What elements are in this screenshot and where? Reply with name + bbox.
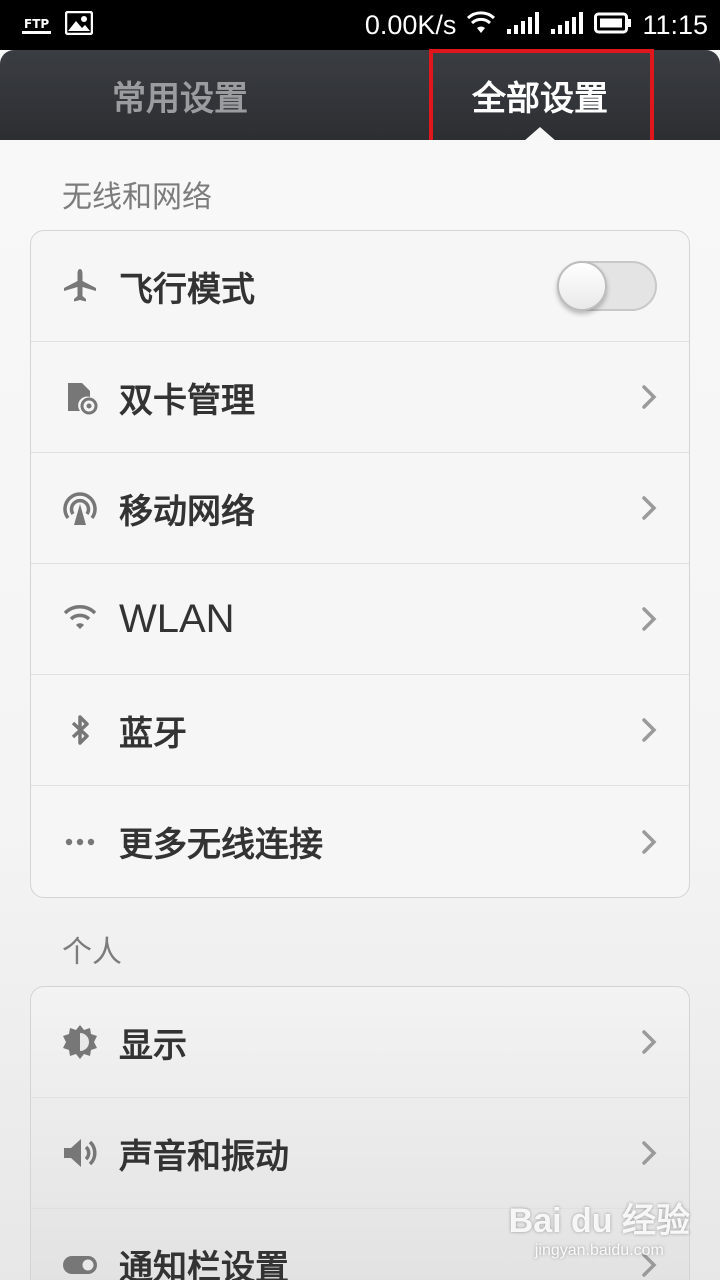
settings-list[interactable]: 无线和网络 飞行模式 双卡管理 移动网络 WLAN 蓝牙 更多无线连接 个人 显… xyxy=(0,140,720,1280)
clock: 11:15 xyxy=(642,9,708,40)
settings-item-mobile-network[interactable]: 移动网络 xyxy=(31,453,689,564)
settings-item-label: 蓝牙 xyxy=(119,713,187,754)
tab-common-settings[interactable]: 常用设置 xyxy=(0,50,360,140)
sound-icon xyxy=(31,1098,119,1209)
network-speed: 0.00K/s xyxy=(364,9,457,40)
status-bar-right: 0.00K/s 11:15 xyxy=(365,10,708,41)
watermark-url: jingyan.baidu.com xyxy=(534,1242,664,1259)
card-wireless: 飞行模式 双卡管理 移动网络 WLAN 蓝牙 更多无线连接 xyxy=(30,230,690,898)
bluetooth-icon xyxy=(31,675,119,786)
settings-item-wlan[interactable]: WLAN xyxy=(31,564,689,675)
chevron-right-icon xyxy=(642,1141,657,1165)
settings-item-bluetooth[interactable]: 蓝牙 xyxy=(31,675,689,786)
settings-item-label: 显示 xyxy=(119,1025,187,1066)
settings-item-label: 移动网络 xyxy=(119,491,255,532)
tab-label: 全部设置 xyxy=(472,78,608,119)
settings-item-label: 更多无线连接 xyxy=(119,825,323,865)
settings-item-label: 通知栏设置 xyxy=(119,1248,289,1280)
chevron-right-icon xyxy=(642,607,657,631)
settings-item-more-wireless[interactable]: 更多无线连接 xyxy=(31,786,689,897)
chevron-right-icon xyxy=(642,1030,657,1054)
settings-item-airplane-mode[interactable]: 飞行模式 xyxy=(31,231,689,342)
settings-item-label: 声音和振动 xyxy=(119,1136,289,1177)
airplane-icon xyxy=(31,231,119,342)
ftp-icon: FTP xyxy=(22,17,52,34)
image-icon xyxy=(64,10,94,39)
tab-bar: 常用设置 全部设置 xyxy=(0,50,720,141)
settings-item-label: WLAN xyxy=(119,596,235,641)
chevron-right-icon xyxy=(642,829,657,854)
tab-label: 常用设置 xyxy=(112,78,248,119)
brightness-icon xyxy=(31,987,119,1098)
wifi-icon xyxy=(466,11,496,39)
settings-item-display[interactable]: 显示 xyxy=(31,987,689,1098)
chevron-right-icon xyxy=(642,385,657,409)
more-icon xyxy=(31,786,119,897)
baidu-jingyan-watermark: Bai du 经验 jingyan.baidu.com xyxy=(509,1193,690,1260)
settings-item-dual-sim[interactable]: 双卡管理 xyxy=(31,342,689,453)
chevron-right-icon xyxy=(642,496,657,520)
status-bar: FTP 0.00K/s 11:15 xyxy=(0,0,720,50)
battery-icon xyxy=(594,11,632,39)
sim-card-icon xyxy=(31,342,119,453)
section-title-wireless: 无线和网络 xyxy=(62,180,212,215)
active-tab-indicator xyxy=(524,127,556,141)
toggle-knob xyxy=(557,261,607,311)
settings-item-label: 飞行模式 xyxy=(119,269,255,310)
tab-all-settings[interactable]: 全部设置 xyxy=(360,50,720,141)
notification-toggle-icon xyxy=(31,1209,119,1280)
settings-item-label: 双卡管理 xyxy=(119,380,255,421)
airplane-mode-toggle[interactable] xyxy=(557,261,657,311)
status-bar-left: FTP xyxy=(22,10,94,39)
section-title-personal: 个人 xyxy=(62,935,122,970)
signal-icon xyxy=(550,11,584,39)
chevron-right-icon xyxy=(642,718,657,742)
watermark-logo: Bai du 经验 xyxy=(508,1202,690,1240)
signal-icon xyxy=(506,11,540,39)
mobile-network-icon xyxy=(31,453,119,564)
wifi-icon xyxy=(31,564,119,675)
